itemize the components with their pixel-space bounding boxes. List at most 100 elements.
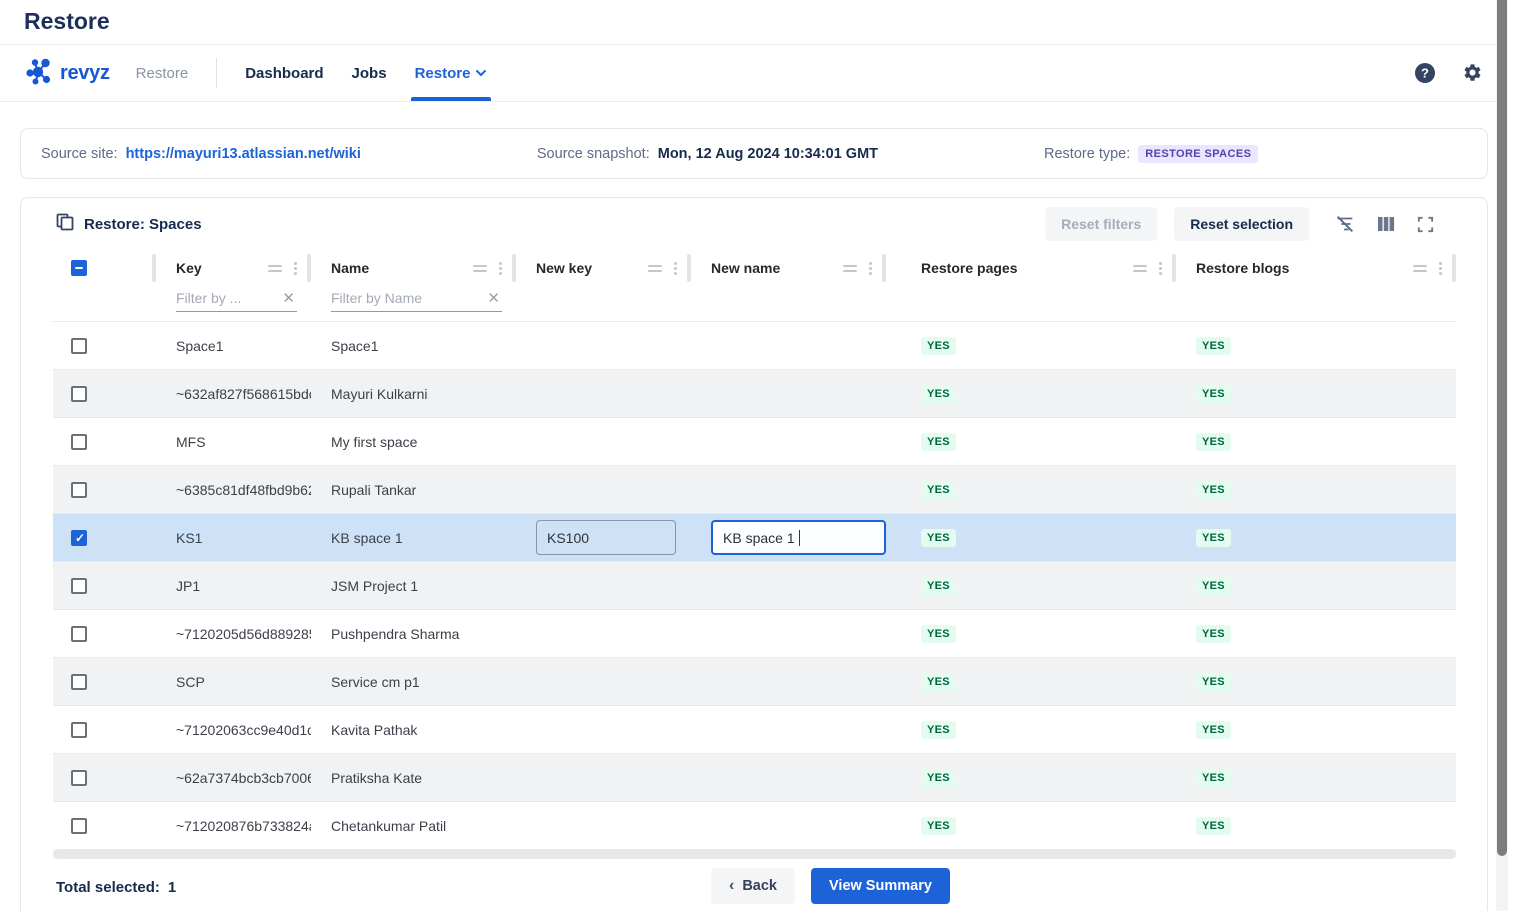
row-checkbox[interactable] — [71, 530, 87, 546]
new-name-input[interactable]: KB space 1 — [711, 520, 886, 555]
table-header-row: Key Name New key New name — [53, 250, 1456, 286]
column-menu-icon[interactable] — [1439, 262, 1442, 275]
chevron-left-icon: ‹ — [729, 877, 734, 895]
columns-icon[interactable] — [1376, 214, 1396, 234]
nav-item-restore-active[interactable]: Restore — [415, 45, 488, 101]
row-checkbox[interactable] — [71, 770, 87, 786]
restore-blogs-cell: YES — [1176, 466, 1456, 513]
header-restore-pages[interactable]: Restore pages — [886, 250, 1176, 286]
source-info-bar: Source site: https://mayuri13.atlassian.… — [20, 128, 1488, 179]
svg-text:?: ? — [1421, 66, 1429, 81]
row-select-cell — [53, 754, 156, 801]
drag-handle-icon[interactable] — [843, 265, 857, 272]
total-selected-label: Total selected: — [56, 879, 160, 896]
nav-item-jobs[interactable]: Jobs — [352, 45, 387, 101]
row-select-cell — [53, 658, 156, 705]
drag-handle-icon[interactable] — [1413, 265, 1427, 272]
name-cell: Kavita Pathak — [311, 706, 516, 753]
page-scrollbar[interactable] — [1496, 0, 1508, 911]
new-key-cell — [516, 370, 691, 417]
restore-pages-cell: YES — [886, 706, 1176, 753]
table-row: ~7120205d56d889285Pushpendra SharmaYESYE… — [53, 609, 1456, 657]
new-name-cell — [691, 658, 886, 705]
row-checkbox[interactable] — [71, 722, 87, 738]
filter-off-icon[interactable] — [1334, 213, 1356, 235]
copy-icon — [56, 213, 74, 236]
key-cell: Space1 — [156, 322, 311, 369]
drag-handle-icon[interactable] — [473, 265, 487, 272]
reset-filters-button[interactable]: Reset filters — [1045, 207, 1157, 241]
header-key[interactable]: Key — [156, 250, 311, 286]
row-checkbox[interactable] — [71, 578, 87, 594]
page-title: Restore — [0, 0, 1508, 44]
table-row: JP1JSM Project 1YESYES — [53, 561, 1456, 609]
clear-filter-icon[interactable]: ✕ — [485, 289, 502, 307]
page-scrollbar-thumb[interactable] — [1497, 0, 1507, 856]
restore-blogs-badge: YES — [1196, 721, 1231, 739]
name-cell: Pushpendra Sharma — [311, 610, 516, 657]
view-summary-button[interactable]: View Summary — [811, 868, 950, 904]
brand-logo[interactable]: revyz — [24, 56, 110, 91]
column-menu-icon[interactable] — [499, 262, 502, 275]
row-checkbox[interactable] — [71, 626, 87, 642]
header-restore-blogs[interactable]: Restore blogs — [1176, 250, 1456, 286]
column-menu-icon[interactable] — [869, 262, 872, 275]
row-select-cell — [53, 418, 156, 465]
column-menu-icon[interactable] — [1159, 262, 1162, 275]
row-checkbox[interactable] — [71, 482, 87, 498]
column-menu-icon[interactable] — [294, 262, 297, 275]
row-checkbox[interactable] — [71, 674, 87, 690]
table-row: ~6385c81df48fbd9b62Rupali TankarYESYES — [53, 465, 1456, 513]
restore-pages-badge: YES — [921, 817, 956, 835]
header-name-label: Name — [331, 260, 369, 276]
source-site-link[interactable]: https://mayuri13.atlassian.net/wiki — [126, 146, 361, 162]
key-filter-input[interactable]: Filter by ... ✕ — [176, 289, 297, 312]
horizontal-scrollbar[interactable] — [53, 849, 1456, 859]
row-checkbox[interactable] — [71, 434, 87, 450]
fullscreen-icon[interactable] — [1416, 215, 1435, 234]
settings-gear-icon[interactable] — [1461, 62, 1484, 85]
row-select-cell — [53, 370, 156, 417]
drag-handle-icon[interactable] — [648, 265, 662, 272]
help-icon[interactable]: ? — [1413, 61, 1437, 85]
restore-type-badge: RESTORE SPACES — [1138, 145, 1258, 163]
key-cell: ~62a7374bcb3cb7006 — [156, 754, 311, 801]
name-filter-input[interactable]: Filter by Name ✕ — [331, 289, 502, 312]
horizontal-scrollbar-thumb[interactable] — [53, 849, 1456, 859]
new-key-cell — [516, 610, 691, 657]
row-select-cell — [53, 466, 156, 513]
new-key-cell — [516, 418, 691, 465]
new-key-input[interactable]: KS100 — [536, 520, 676, 555]
new-key-cell: KS100 — [516, 514, 691, 561]
new-name-cell — [691, 418, 886, 465]
restore-pages-badge: YES — [921, 337, 956, 355]
drag-handle-icon[interactable] — [268, 265, 282, 272]
reset-selection-button[interactable]: Reset selection — [1174, 207, 1309, 241]
new-name-cell — [691, 754, 886, 801]
drag-handle-icon[interactable] — [1133, 265, 1147, 272]
nav-divider — [216, 58, 217, 88]
restore-blogs-cell: YES — [1176, 706, 1456, 753]
header-new-key[interactable]: New key — [516, 250, 691, 286]
row-checkbox[interactable] — [71, 386, 87, 402]
key-cell: ~6385c81df48fbd9b62 — [156, 466, 311, 513]
row-checkbox[interactable] — [71, 818, 87, 834]
name-cell: Mayuri Kulkarni — [311, 370, 516, 417]
clear-filter-icon[interactable]: ✕ — [280, 289, 297, 307]
table-row: KS1KB space 1KS100KB space 1YESYES — [53, 513, 1456, 561]
table-footer: Total selected: 1 ‹ Back View Summary — [21, 859, 1487, 911]
nav-item-restore-muted[interactable]: Restore — [136, 45, 189, 101]
back-button[interactable]: ‹ Back — [711, 868, 795, 904]
table-row: Space1Space1YESYES — [53, 321, 1456, 369]
name-cell: Space1 — [311, 322, 516, 369]
header-new-name[interactable]: New name — [691, 250, 886, 286]
nav-items: Restore Dashboard Jobs Restore — [136, 45, 488, 101]
new-name-cell — [691, 466, 886, 513]
column-menu-icon[interactable] — [674, 262, 677, 275]
card-title: Restore: Spaces — [84, 216, 202, 233]
nav-item-dashboard[interactable]: Dashboard — [245, 45, 323, 101]
select-all-checkbox[interactable] — [71, 260, 87, 276]
header-name[interactable]: Name — [311, 250, 516, 286]
restore-blogs-badge: YES — [1196, 433, 1231, 451]
row-checkbox[interactable] — [71, 338, 87, 354]
